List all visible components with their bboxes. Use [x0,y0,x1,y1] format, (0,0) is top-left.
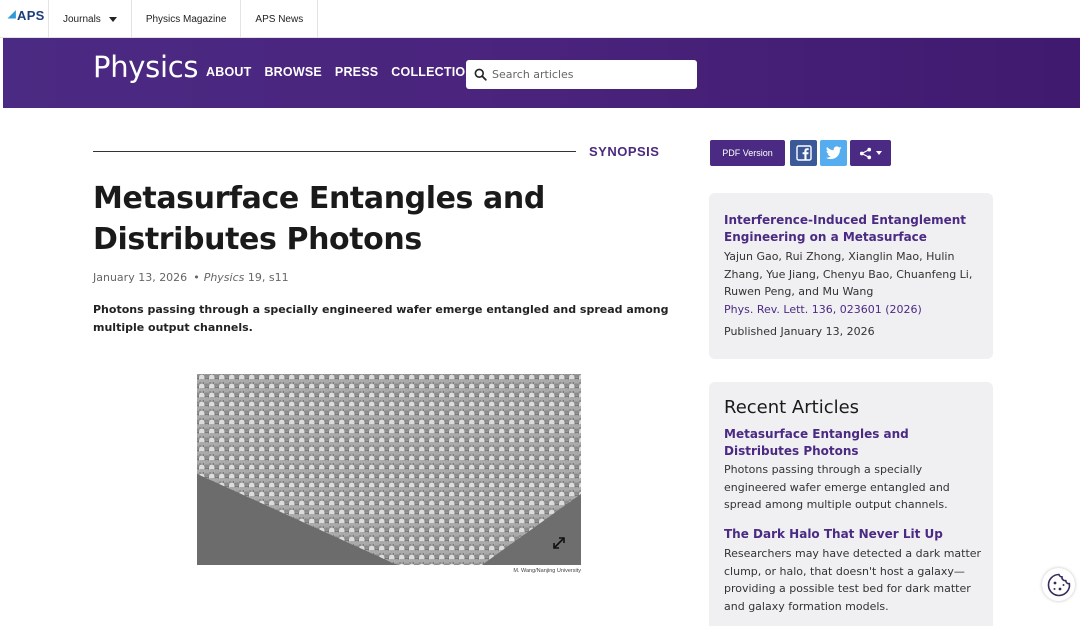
pdf-version-button[interactable]: PDF Version [710,140,785,166]
source-paper-authors: Yajun Gao, Rui Zhong, Xianglin Mao, Huli… [724,250,973,298]
aps-logo-swoosh: ◢ [8,9,16,20]
search-icon[interactable] [474,68,487,81]
twitter-icon [825,146,842,160]
search-box [466,60,697,89]
main-nav: ABOUT BROWSE PRESS COLLECTIONS [206,65,483,79]
section-label: SYNOPSIS [589,144,660,159]
recent-articles-card: Recent Articles Metasurface Entangles an… [709,382,993,626]
aps-logo-text: APS [17,8,45,23]
recent-article-title[interactable]: Metasurface Entangles and Distributes Ph… [724,426,984,460]
source-paper-title[interactable]: Interference-Induced Entanglement Engine… [724,212,984,246]
facebook-share-button[interactable] [790,140,817,166]
journal-volume: 19, s11 [247,271,289,284]
metasurface-micrograph [197,374,581,565]
article-lede: Photons passing through a specially engi… [93,303,669,334]
recent-article-description: Researchers may have detected a dark mat… [724,547,982,613]
nav-browse[interactable]: BROWSE [264,65,321,79]
article-figure[interactable] [197,374,581,565]
share-icon [859,147,872,159]
twitter-share-button[interactable] [820,140,847,166]
top-nav-journals-label: Journals [63,13,101,25]
recent-article-description: Photons passing through a specially engi… [724,463,950,511]
source-paper-card: Interference-Induced Entanglement Engine… [709,193,993,359]
section-divider [93,151,576,152]
nav-press[interactable]: PRESS [335,65,378,79]
top-nav-journals[interactable]: Journals [48,0,131,38]
search-input[interactable] [492,68,682,81]
image-credit: M. Wang/Nanjing University [513,568,581,574]
cookie-icon [1047,573,1070,596]
chevron-down-icon [876,151,882,155]
meta-separator: • [193,271,200,284]
source-paper-citation[interactable]: Phys. Rev. Lett. 136, 023601 (2026) [724,303,922,316]
top-nav: Journals Physics Magazine APS News [48,0,319,38]
cookie-settings-button[interactable] [1042,568,1075,601]
nav-about[interactable]: ABOUT [206,65,251,79]
top-nav-physics-magazine[interactable]: Physics Magazine [130,0,241,38]
physics-logo[interactable]: Physics [93,50,198,84]
top-nav-aps-news[interactable]: APS News [240,0,319,38]
article-date: January 13, 2026 [93,271,188,284]
facebook-icon [795,145,812,161]
top-nav-physics-magazine-label: Physics Magazine [145,13,227,25]
aps-logo[interactable]: ◢APS [8,8,48,30]
article-meta: January 13, 2026 • Physics 19, s11 [93,271,289,284]
site-header: Physics ABOUT BROWSE PRESS COLLECTIONS [3,38,1080,108]
recent-articles-heading: Recent Articles [724,397,860,418]
journal-name[interactable]: Physics [204,271,245,284]
top-utility-bar: ◢APS Journals Physics Magazine APS News [0,0,1080,38]
recent-article-title[interactable]: The Dark Halo That Never Lit Up [724,526,984,543]
page-title: Metasurface Entangles and Distributes Ph… [93,181,545,257]
chevron-down-icon [108,16,117,22]
expand-icon[interactable] [551,535,567,551]
share-menu-button[interactable] [850,140,891,166]
top-nav-aps-news-label: APS News [255,13,304,25]
source-paper-published: Published January 13, 2026 [724,325,875,338]
